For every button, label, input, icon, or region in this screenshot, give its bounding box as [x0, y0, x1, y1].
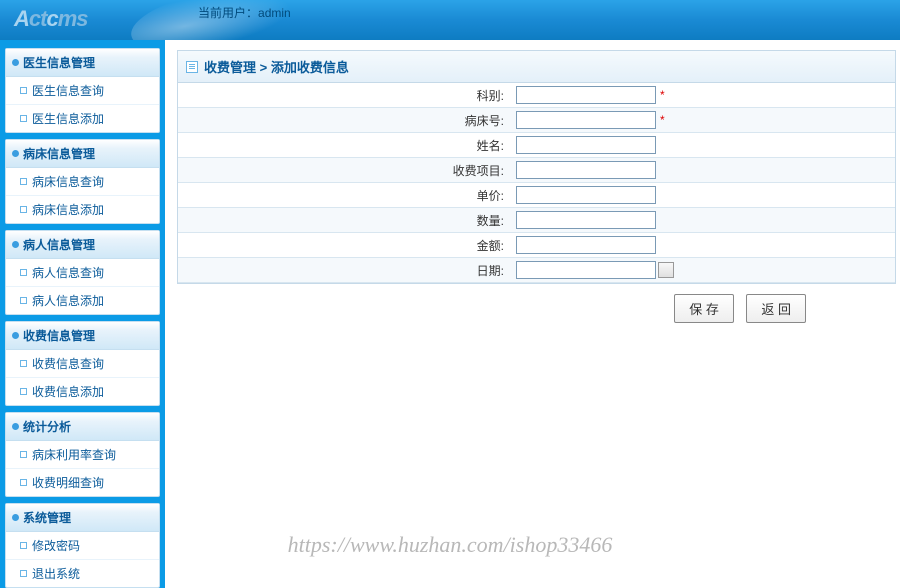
current-user: 当前用户：admin — [198, 4, 291, 21]
form-row-quantity: 数量: — [178, 208, 895, 233]
input-unit-price[interactable] — [516, 186, 656, 204]
app-header: Actcms 当前用户：admin — [0, 0, 900, 40]
menu-header-bed[interactable]: 病床信息管理 — [6, 140, 159, 168]
form-row-unit-price: 单价: — [178, 183, 895, 208]
label-department: 科别: — [178, 83, 510, 108]
menu-header-system[interactable]: 系统管理 — [6, 504, 159, 532]
menu-group-doctor: 医生信息管理 医生信息查询 医生信息添加 — [5, 48, 160, 133]
date-picker-icon[interactable] — [658, 262, 674, 278]
main-content: 收费管理 > 添加收费信息 科别: * 病床号: * 姓名: 收费项目: — [165, 40, 900, 588]
form-panel: 收费管理 > 添加收费信息 科别: * 病床号: * 姓名: 收费项目: — [177, 50, 896, 284]
input-bed-number[interactable] — [516, 111, 656, 129]
label-unit-price: 单价: — [178, 183, 510, 208]
form-row-department: 科别: * — [178, 83, 895, 108]
menu-group-fee: 收费信息管理 收费信息查询 收费信息添加 — [5, 321, 160, 406]
menu-header-patient[interactable]: 病人信息管理 — [6, 231, 159, 259]
back-button[interactable]: 返 回 — [746, 294, 806, 323]
label-amount: 金额: — [178, 233, 510, 258]
menu-item-fee-query[interactable]: 收费信息查询 — [6, 350, 159, 378]
form-row-date: 日期: — [178, 258, 895, 283]
menu-item-bed-usage[interactable]: 病床利用率查询 — [6, 441, 159, 469]
menu-item-fee-detail[interactable]: 收费明细查询 — [6, 469, 159, 496]
form-row-amount: 金额: — [178, 233, 895, 258]
menu-group-bed: 病床信息管理 病床信息查询 病床信息添加 — [5, 139, 160, 224]
menu-item-doctor-query[interactable]: 医生信息查询 — [6, 77, 159, 105]
menu-item-bed-add[interactable]: 病床信息添加 — [6, 196, 159, 223]
panel-header-icon — [186, 61, 198, 73]
menu-item-logout[interactable]: 退出系统 — [6, 560, 159, 587]
label-name: 姓名: — [178, 133, 510, 158]
form-table: 科别: * 病床号: * 姓名: 收费项目: 单价: — [178, 83, 895, 283]
input-quantity[interactable] — [516, 211, 656, 229]
menu-item-fee-add[interactable]: 收费信息添加 — [6, 378, 159, 405]
button-row: 保 存 返 回 — [177, 284, 896, 333]
form-row-name: 姓名: — [178, 133, 895, 158]
menu-item-doctor-add[interactable]: 医生信息添加 — [6, 105, 159, 132]
current-user-label: 当前用户： — [198, 6, 258, 20]
required-mark: * — [660, 88, 665, 102]
menu-group-patient: 病人信息管理 病人信息查询 病人信息添加 — [5, 230, 160, 315]
input-date[interactable] — [516, 261, 656, 279]
menu-header-stats[interactable]: 统计分析 — [6, 413, 159, 441]
label-bed-number: 病床号: — [178, 108, 510, 133]
menu-header-fee[interactable]: 收费信息管理 — [6, 322, 159, 350]
menu-item-bed-query[interactable]: 病床信息查询 — [6, 168, 159, 196]
label-fee-item: 收费项目: — [178, 158, 510, 183]
panel-title: 收费管理 > 添加收费信息 — [204, 57, 349, 76]
required-mark: * — [660, 113, 665, 127]
menu-item-patient-query[interactable]: 病人信息查询 — [6, 259, 159, 287]
input-fee-item[interactable] — [516, 161, 656, 179]
save-button[interactable]: 保 存 — [674, 294, 734, 323]
form-row-fee-item: 收费项目: — [178, 158, 895, 183]
menu-header-doctor[interactable]: 医生信息管理 — [6, 49, 159, 77]
label-quantity: 数量: — [178, 208, 510, 233]
label-date: 日期: — [178, 258, 510, 283]
menu-group-system: 系统管理 修改密码 退出系统 — [5, 503, 160, 588]
input-amount[interactable] — [516, 236, 656, 254]
current-user-value: admin — [258, 6, 291, 20]
panel-header: 收费管理 > 添加收费信息 — [178, 51, 895, 83]
input-department[interactable] — [516, 86, 656, 104]
form-row-bed-number: 病床号: * — [178, 108, 895, 133]
input-name[interactable] — [516, 136, 656, 154]
menu-group-stats: 统计分析 病床利用率查询 收费明细查询 — [5, 412, 160, 497]
sidebar: 医生信息管理 医生信息查询 医生信息添加 病床信息管理 病床信息查询 病床信息添… — [0, 40, 165, 588]
app-logo: Actcms — [14, 6, 88, 32]
menu-item-patient-add[interactable]: 病人信息添加 — [6, 287, 159, 314]
menu-item-change-password[interactable]: 修改密码 — [6, 532, 159, 560]
